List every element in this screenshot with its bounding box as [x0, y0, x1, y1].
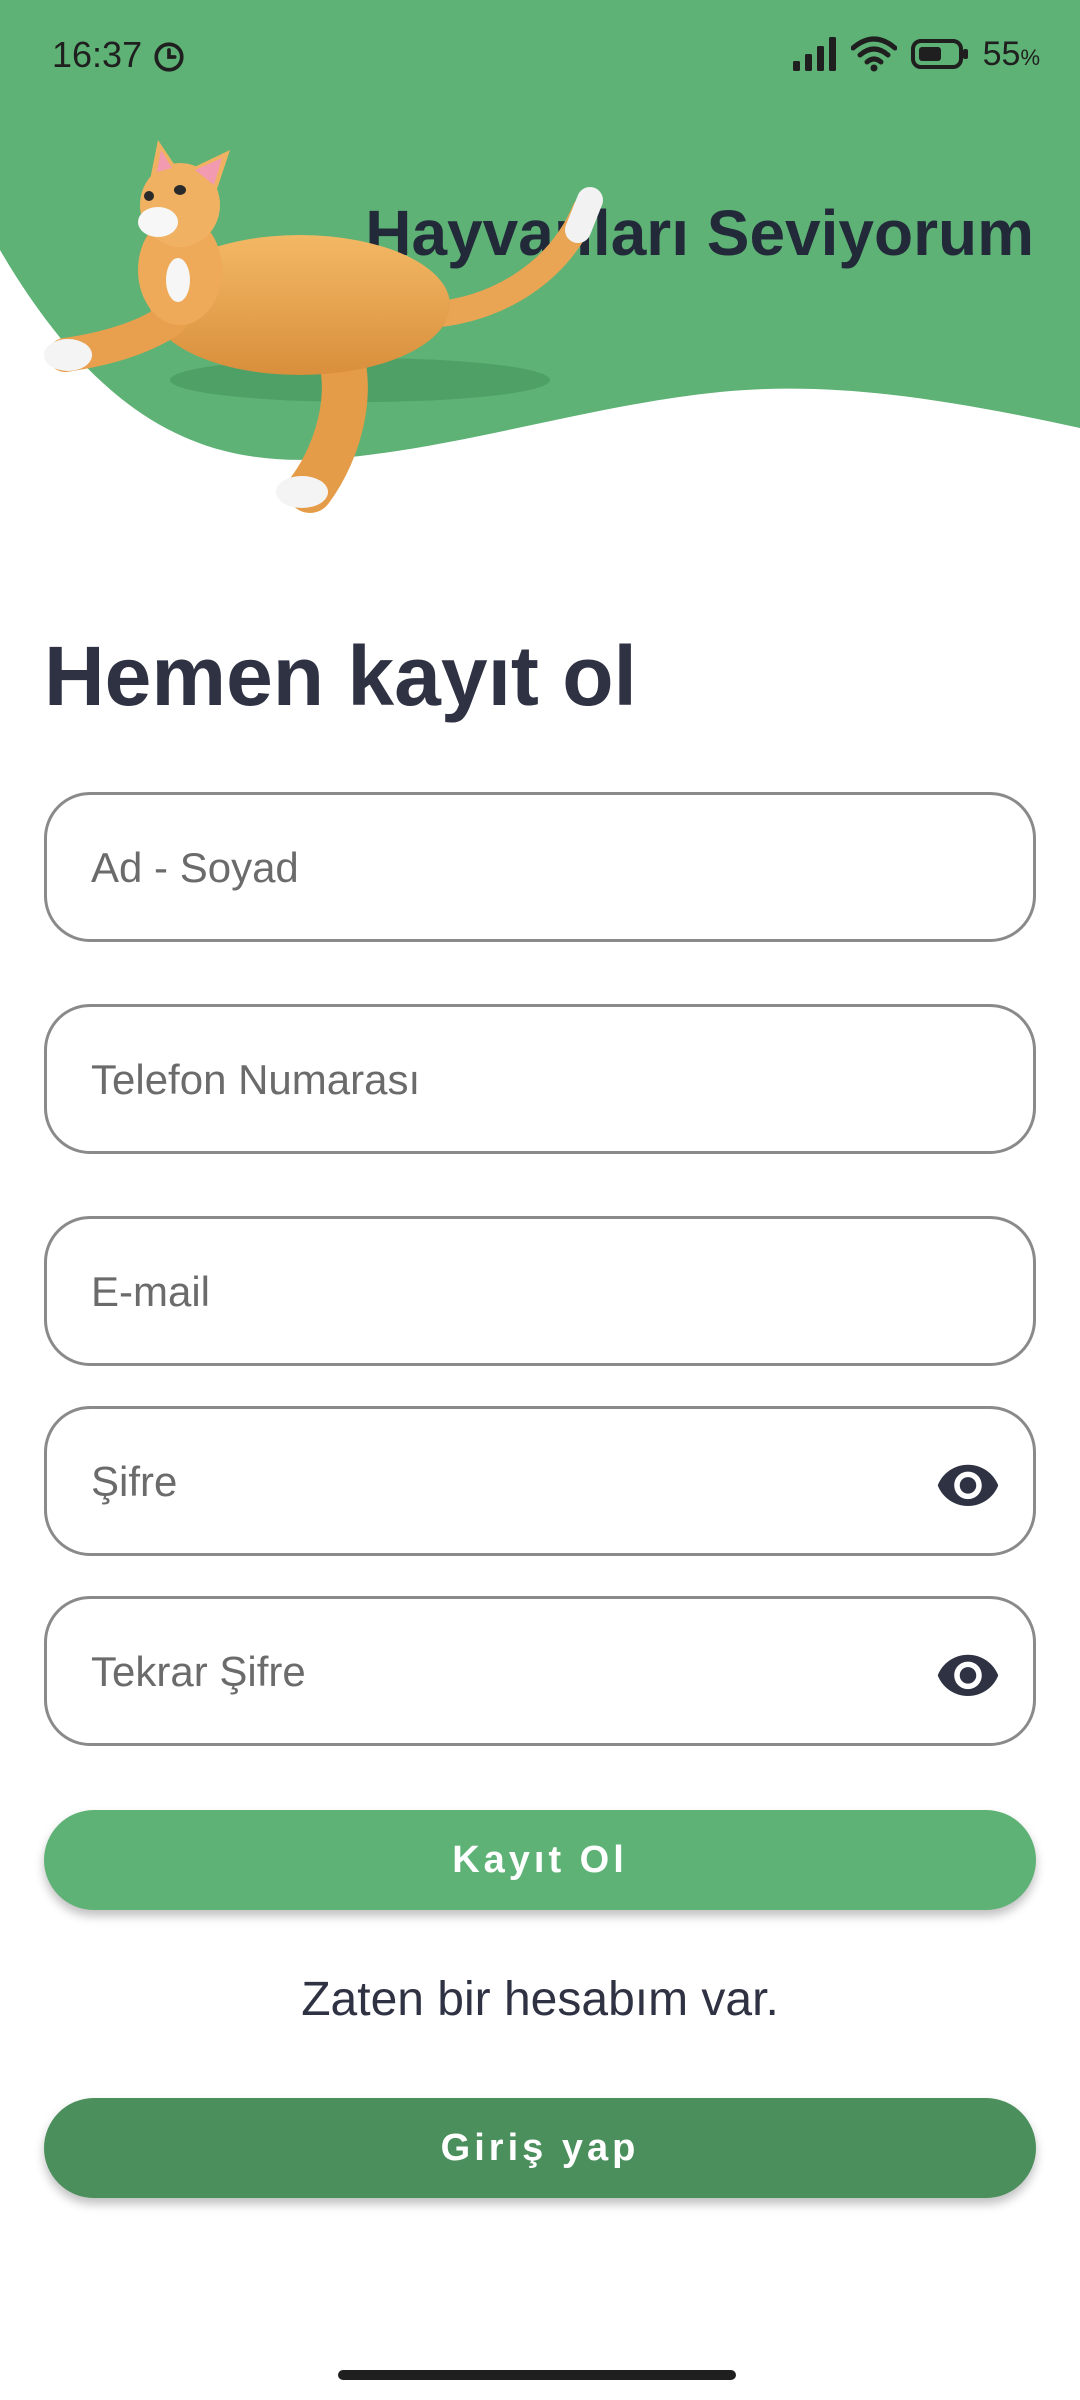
phone-input[interactable] [89, 1007, 913, 1153]
cat-illustration [44, 140, 603, 513]
battery-level: 55% [982, 34, 1040, 73]
password-repeat-field[interactable] [44, 1596, 1036, 1746]
battery-icon [910, 39, 968, 69]
password-input[interactable] [89, 1409, 913, 1555]
alarm-clock-icon [154, 42, 184, 72]
email-input[interactable] [89, 1219, 913, 1365]
phone-field[interactable] [44, 1004, 1036, 1154]
password-field[interactable] [44, 1406, 1036, 1556]
email-field[interactable] [44, 1216, 1036, 1366]
home-indicator[interactable] [338, 2370, 736, 2380]
eye-icon[interactable] [935, 1641, 1001, 1707]
status-time: 16:37 [52, 34, 143, 75]
status-bar: 16:37 55% [0, 0, 1080, 110]
name-field[interactable] [44, 792, 1036, 942]
login-button[interactable]: Giriş yap [44, 2098, 1036, 2198]
page-title: Hemen kayıt ol [44, 629, 637, 723]
password-repeat-input[interactable] [89, 1599, 913, 1745]
register-button[interactable]: Kayıt Ol [44, 1810, 1036, 1910]
name-input[interactable] [89, 795, 913, 941]
signal-icon [792, 37, 836, 71]
have-account-text: Zaten bir hesabım var. [301, 1973, 779, 2026]
eye-icon[interactable] [935, 1451, 1001, 1517]
wifi-icon [850, 36, 897, 72]
